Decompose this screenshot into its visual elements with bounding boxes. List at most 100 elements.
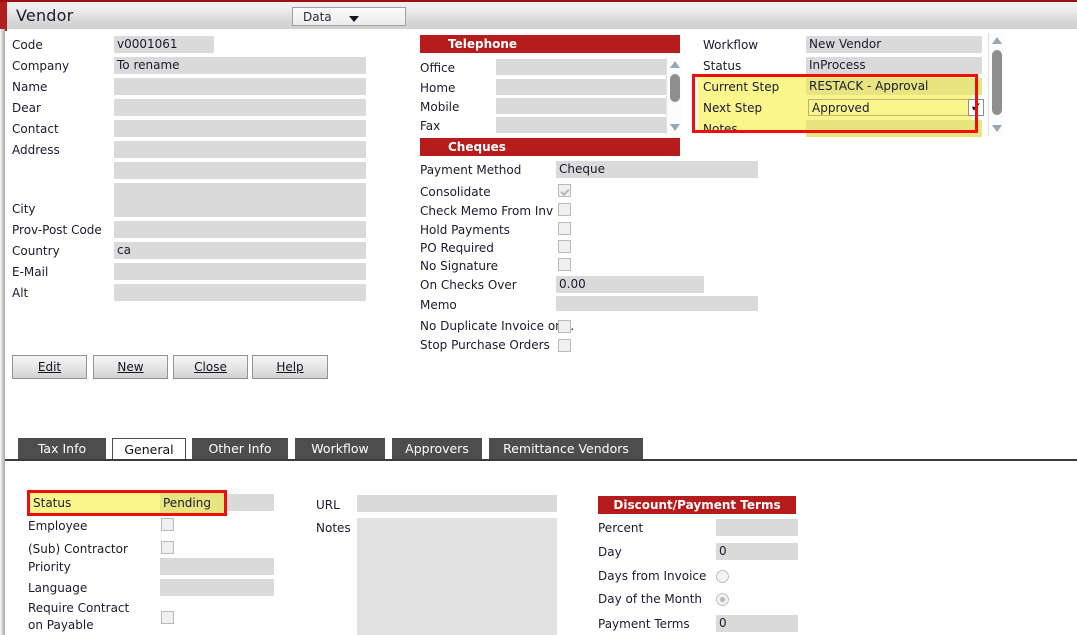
- workflow-label-0: Workflow: [703, 38, 759, 52]
- vendor-field-label-9: Prov-Post Code: [12, 223, 102, 237]
- tab-general[interactable]: General: [112, 438, 186, 460]
- close-button[interactable]: Close: [173, 355, 248, 379]
- vendor-field-input-5[interactable]: [114, 141, 366, 158]
- cheques-bottom-checkbox-0[interactable]: [558, 320, 571, 333]
- telephone-input-1[interactable]: [496, 79, 666, 95]
- cheques-checkbox-4[interactable]: [558, 258, 571, 271]
- cheques-bottom-checkbox-label-0: No Duplicate Invoice on...: [420, 319, 575, 333]
- scroll-down-arrow-icon[interactable]: [670, 124, 680, 131]
- telephone-section-header: Telephone: [420, 35, 680, 53]
- vendor-field-label-10: Country: [12, 244, 60, 258]
- edit-button[interactable]: Edit: [12, 355, 87, 379]
- vendor-field-input-3[interactable]: [114, 99, 366, 116]
- tab-approvers[interactable]: Approvers: [391, 438, 483, 460]
- vendor-field-input-0[interactable]: v0001061: [114, 36, 214, 53]
- workflow-scrollbar[interactable]: [988, 33, 1004, 136]
- vendor-field-input-11[interactable]: [114, 263, 366, 280]
- require-contract-label-line1: Require Contract: [28, 601, 130, 615]
- scrollbar-thumb[interactable]: [992, 50, 1002, 115]
- cheques-checkbox-label-4: No Signature: [420, 259, 499, 273]
- tab-strip-underline: [5, 459, 1077, 461]
- titlebar-accent-bar: [0, 2, 7, 31]
- cheques-checkbox-2[interactable]: [558, 222, 571, 235]
- scroll-up-arrow-icon[interactable]: [670, 61, 680, 68]
- scrollbar-thumb[interactable]: [670, 74, 680, 102]
- vendor-field-input-9[interactable]: [114, 221, 366, 238]
- telephone-label-1: Home: [420, 81, 456, 95]
- telephone-input-3[interactable]: [496, 117, 666, 133]
- workflow-input-0[interactable]: New Vendor: [806, 36, 982, 53]
- workflow-input-4[interactable]: [806, 120, 982, 137]
- workflow-input-2[interactable]: RESTACK - Approval: [806, 78, 982, 95]
- workflow-input-3[interactable]: Approved: [808, 99, 970, 116]
- scroll-up-arrow-icon[interactable]: [992, 37, 1002, 44]
- general-checkbox-1[interactable]: [161, 541, 174, 554]
- notes-textarea[interactable]: [357, 518, 557, 635]
- tab-remittance-vendors[interactable]: Remittance Vendors: [488, 438, 644, 460]
- cheques-checkbox-0[interactable]: [558, 184, 571, 197]
- day-of-month-label: Day of the Month: [598, 592, 703, 606]
- telephone-label-0: Office: [420, 61, 456, 75]
- window-left-frame: [0, 29, 5, 635]
- tab-tax-info[interactable]: Tax Info: [17, 438, 107, 460]
- language-input[interactable]: [160, 579, 274, 596]
- help-button[interactable]: Help: [252, 355, 328, 379]
- notes-label: Notes: [316, 521, 351, 535]
- cheques-checkbox-1[interactable]: [558, 203, 571, 216]
- priority-input[interactable]: [160, 558, 274, 575]
- vendor-field-label-4: Contact: [12, 122, 59, 136]
- data-menu-label: Data: [303, 10, 332, 24]
- tab-strip: Tax Info General Other Info Workflow Approve…: [5, 438, 1077, 460]
- language-label: Language: [28, 581, 88, 595]
- data-menu-dropdown[interactable]: Data: [292, 7, 406, 26]
- general-checkbox-label-0: Employee: [28, 519, 88, 533]
- vendor-field-input-7[interactable]: [114, 183, 366, 200]
- payment-method-input[interactable]: Cheque: [556, 161, 758, 178]
- workflow-label-4: Notes: [703, 122, 738, 136]
- vendor-field-input-8[interactable]: [114, 200, 366, 217]
- vendor-field-input-6[interactable]: [114, 162, 366, 179]
- on-checks-over-input[interactable]: 0.00: [556, 276, 704, 293]
- vendor-field-label-12: Alt: [12, 286, 29, 300]
- workflow-input-1[interactable]: InProcess: [806, 57, 982, 74]
- days-from-invoice-label: Days from Invoice: [598, 569, 707, 583]
- cheques-checkbox-3[interactable]: [558, 240, 571, 253]
- telephone-input-2[interactable]: [496, 98, 666, 114]
- vendor-field-input-1[interactable]: To rename: [114, 57, 366, 74]
- require-contract-checkbox[interactable]: [161, 611, 174, 624]
- next-step-confirm-icon[interactable]: ✔: [968, 99, 984, 116]
- tab-workflow[interactable]: Workflow: [294, 438, 386, 460]
- vendor-field-input-10[interactable]: ca: [114, 242, 366, 259]
- payment-terms-input[interactable]: 0: [716, 615, 798, 632]
- cheques-bottom-checkbox-label-1: Stop Purchase Orders: [420, 338, 550, 352]
- days-from-invoice-radio[interactable]: [716, 570, 729, 583]
- memo-input[interactable]: [556, 296, 758, 311]
- url-label: URL: [316, 498, 340, 512]
- day-of-month-radio[interactable]: [716, 593, 729, 606]
- cheques-bottom-checkbox-1[interactable]: [558, 339, 571, 352]
- percent-label: Percent: [598, 521, 644, 535]
- telephone-input-0[interactable]: [496, 59, 666, 75]
- cheques-section-header: Cheques: [420, 138, 680, 156]
- telephone-label-3: Fax: [420, 119, 441, 133]
- percent-input[interactable]: [716, 519, 798, 536]
- scroll-down-arrow-icon[interactable]: [992, 125, 1002, 132]
- day-input[interactable]: 0: [716, 543, 798, 560]
- vendor-field-input-4[interactable]: [114, 120, 366, 137]
- vendor-field-input-12[interactable]: [114, 284, 366, 301]
- general-checkbox-0[interactable]: [161, 518, 174, 531]
- vendor-field-input-2[interactable]: [114, 78, 366, 95]
- new-button-label: New: [117, 360, 144, 374]
- telephone-scrollbar[interactable]: [666, 57, 682, 135]
- tab-other-info[interactable]: Other Info: [191, 438, 289, 460]
- new-button[interactable]: New: [93, 355, 168, 379]
- vendor-field-label-8: City: [12, 202, 36, 216]
- discount-payment-terms-header: Discount/Payment Terms: [598, 496, 796, 514]
- vendor-field-label-11: E-Mail: [12, 265, 49, 279]
- vendor-field-label-0: Code: [12, 38, 43, 52]
- vendor-field-label-1: Company: [12, 59, 70, 73]
- url-input[interactable]: [357, 495, 557, 512]
- cheques-checkbox-label-1: Check Memo From Inv: [420, 204, 554, 218]
- chevron-down-icon: [349, 16, 359, 22]
- day-label: Day: [598, 545, 622, 559]
